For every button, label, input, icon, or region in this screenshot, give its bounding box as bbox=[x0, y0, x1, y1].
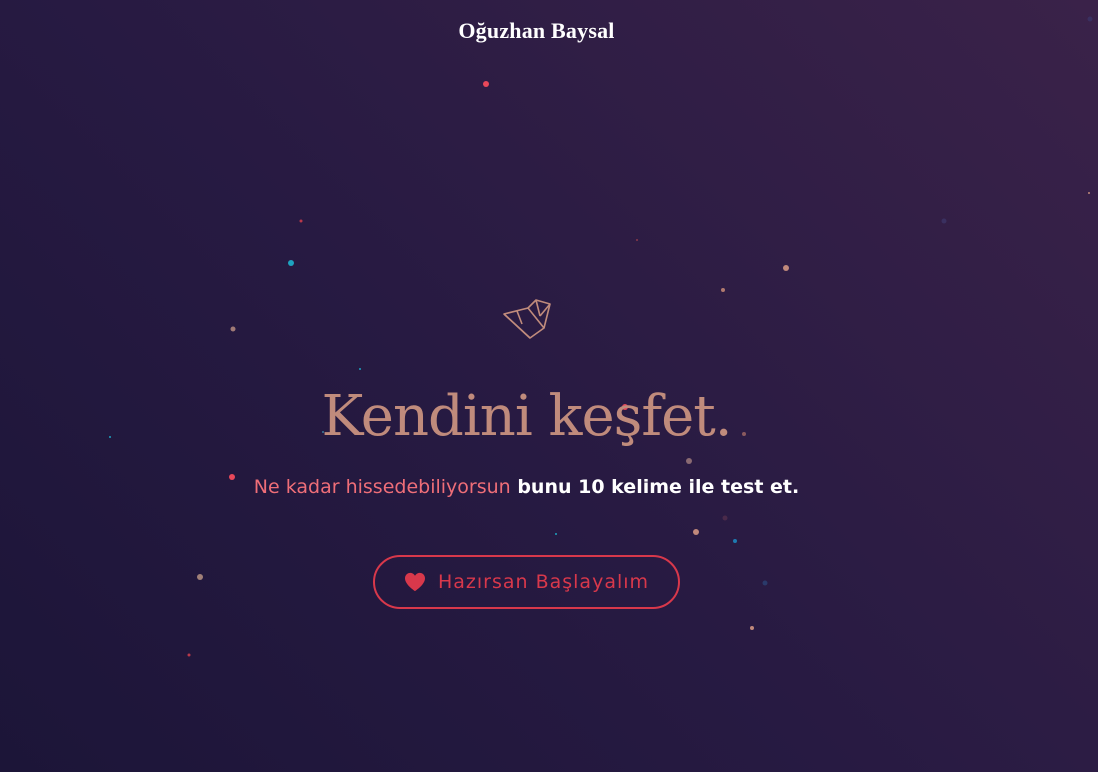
particle-dot bbox=[783, 265, 789, 271]
subline-highlight: Ne kadar hissedebiliyorsun bbox=[253, 476, 511, 498]
particle-dot bbox=[693, 529, 699, 535]
particle-dot bbox=[187, 653, 191, 657]
heart-icon bbox=[404, 572, 425, 592]
start-button[interactable]: Hazırsan Başlayalım bbox=[373, 555, 680, 609]
start-button-label: Hazırsan Başlayalım bbox=[437, 571, 650, 593]
particle-dot bbox=[197, 574, 203, 580]
particle-dot bbox=[733, 539, 737, 543]
particle-dot bbox=[1087, 16, 1093, 22]
particle-dot bbox=[230, 326, 236, 332]
particle-dot bbox=[359, 368, 361, 370]
particle-dot bbox=[483, 81, 489, 87]
particle-dot bbox=[636, 239, 638, 241]
particle-dot bbox=[1088, 192, 1090, 194]
hero-headline: Kendini keşfet. bbox=[321, 384, 732, 449]
hero-subline: Ne kadar hissedebiliyorsun bunu 10 kelim… bbox=[0, 476, 1053, 498]
particle-dot bbox=[750, 626, 754, 630]
particle-dot bbox=[762, 580, 768, 586]
particle-dot bbox=[299, 219, 303, 223]
particle-dot bbox=[288, 260, 294, 266]
site-title[interactable]: Oğuzhan Baysal bbox=[0, 18, 1073, 44]
subline-text: bunu 10 kelime ile test et. bbox=[510, 476, 800, 498]
origami-bird-icon bbox=[503, 299, 551, 339]
particle-dot bbox=[941, 218, 947, 224]
particle-dot bbox=[686, 458, 692, 464]
particle-dot bbox=[721, 288, 725, 292]
particle-dot bbox=[555, 533, 557, 535]
particle-dot bbox=[722, 515, 728, 521]
